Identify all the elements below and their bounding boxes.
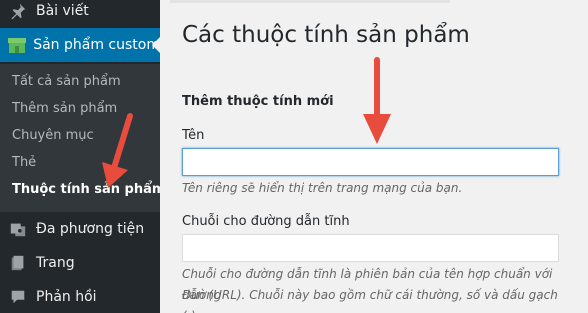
annotation-arrow-icon xyxy=(102,113,133,188)
menu-label: Bài viết xyxy=(36,3,89,19)
media-icon xyxy=(0,220,36,238)
annotation-arrow-icon xyxy=(363,57,391,144)
slug-input[interactable] xyxy=(182,234,559,262)
slug-description-line: (-). xyxy=(182,306,582,313)
submenu-item-all-products[interactable]: Tất cả sản phẩm xyxy=(12,74,121,89)
main-content: Các thuộc tính sản phẩm Thêm thuộc tính … xyxy=(160,0,588,313)
menu-label: Đa phương tiện xyxy=(36,221,145,237)
menu-item-pages[interactable]: Trang xyxy=(0,246,160,280)
menu-item-comments[interactable]: Phản hồi xyxy=(0,280,160,313)
name-description: Tên riêng sẽ hiển thị trên trang mạng củ… xyxy=(182,181,463,195)
slug-label: Chuỗi cho đường dẫn tĩnh xyxy=(182,214,350,229)
top-strip xyxy=(170,0,450,3)
menu-item-media[interactable]: Đa phương tiện xyxy=(0,212,160,246)
store-icon xyxy=(0,36,33,54)
current-indicator xyxy=(152,37,160,53)
pin-icon xyxy=(0,2,36,20)
menu-item-posts[interactable]: Bài viết xyxy=(0,0,160,28)
menu-label: Phản hồi xyxy=(36,289,97,305)
menu-item-custom-products[interactable]: Sản phẩm custom xyxy=(0,28,160,62)
comment-icon xyxy=(0,288,36,306)
submenu-item-tags[interactable]: Thẻ xyxy=(12,155,36,170)
submenu-item-categories[interactable]: Chuyên mục xyxy=(12,128,94,143)
page-icon xyxy=(0,254,36,272)
name-label: Tên xyxy=(182,128,205,143)
menu-label: Trang xyxy=(36,255,75,271)
name-input[interactable] xyxy=(182,148,559,176)
section-title: Thêm thuộc tính mới xyxy=(182,94,334,109)
admin-sidebar: Bài viết Sản phẩm custom Tất cả sản phẩm… xyxy=(0,0,160,313)
page-title: Các thuộc tính sản phẩm xyxy=(182,22,470,48)
menu-label: Sản phẩm custom xyxy=(33,37,160,53)
